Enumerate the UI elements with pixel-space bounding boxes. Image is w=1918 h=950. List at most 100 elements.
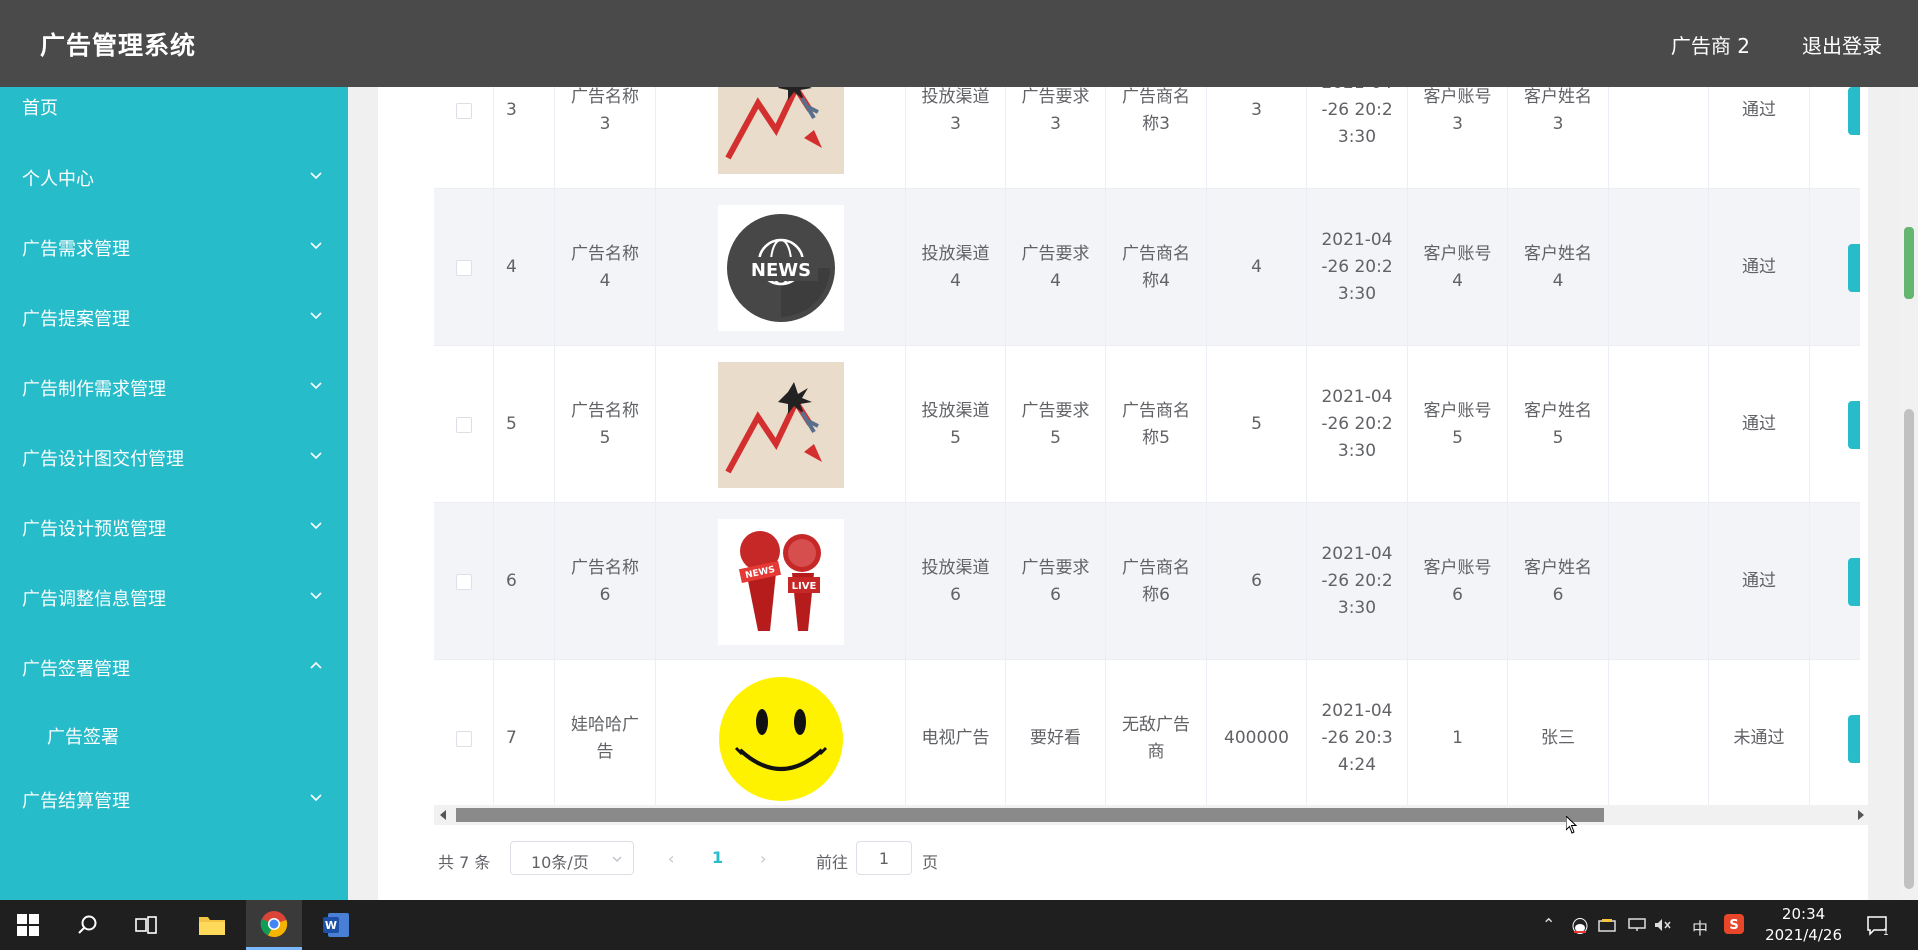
sidebar-item[interactable]: 广告签署 (0, 707, 348, 763)
ime-indicator[interactable]: 中 (1692, 915, 1708, 939)
qq-icon[interactable] (1570, 916, 1590, 934)
sidebar-item-label: 广告需求管理 (22, 239, 130, 260)
sidebar-item[interactable]: 广告设计图交付管理 (0, 429, 348, 485)
table-card: 3 广告名称 3 投放渠道 3 广告要求 3 广告商名 称3 3 2021-04 -26 2… (378, 87, 1870, 900)
table-cell-index: 3 (494, 87, 555, 189)
current-user[interactable]: 广告商 2 (1671, 30, 1750, 59)
scroll-left-arrow-icon[interactable] (440, 810, 446, 820)
notification-icon[interactable]: 1 (1866, 914, 1888, 936)
cell-text: 6 (1251, 571, 1262, 591)
table-cell-amount: 6 (1207, 503, 1307, 660)
task-view-icon[interactable] (118, 900, 174, 950)
row-checkbox[interactable] (455, 102, 472, 119)
chevron-down-icon (308, 377, 324, 393)
sidebar-item[interactable]: 广告结算管理 (0, 771, 348, 827)
table-cell-amount: 4 (1207, 189, 1307, 346)
chevron-down-icon (308, 789, 324, 805)
chrome-icon[interactable] (246, 900, 302, 950)
volume-muted-icon[interactable] (1654, 918, 1672, 932)
network-icon[interactable] (1628, 918, 1646, 932)
cell-text: 广告商名 称3 (1122, 87, 1190, 134)
sidebar-item[interactable]: 广告提案管理 (0, 289, 348, 345)
sidebar-item-label: 个人中心 (22, 169, 94, 190)
cell-text: 5 (1251, 414, 1262, 434)
table-row: 3 广告名称 3 投放渠道 3 广告要求 3 广告商名 称3 3 2021-04 -26 2… (434, 87, 1860, 189)
table-cell-image: NEWS (656, 189, 906, 346)
cell-text: 7 (506, 728, 517, 748)
cell-text: 客户姓名 5 (1524, 400, 1592, 448)
row-checkbox[interactable] (455, 259, 472, 276)
row-action-button[interactable] (1848, 244, 1860, 292)
sidebar-item-label: 首页 (22, 98, 58, 119)
row-checkbox[interactable] (455, 730, 472, 747)
sidebar-item[interactable]: 广告调整信息管理 (0, 569, 348, 625)
sidebar-item-label: 广告制作需求管理 (22, 379, 166, 400)
vertical-scrollbar[interactable] (1900, 87, 1918, 900)
table-cell-customer: 客户姓名 6 (1508, 503, 1609, 660)
main-content: 3 广告名称 3 投放渠道 3 广告要求 3 广告商名 称3 3 2021-04 -26 2… (348, 87, 1900, 900)
table-row: 6 广告名称 6 NEWS LIVE 投放渠道 6 广告要求 6 广告商名 称6 6 2021-… (434, 503, 1860, 660)
table-cell-index: 7 (494, 660, 555, 807)
cell-text: 400000 (1224, 728, 1289, 748)
search-icon[interactable] (60, 900, 116, 950)
vertical-scroll-thumb[interactable] (1904, 409, 1914, 889)
row-action-button[interactable] (1848, 558, 1860, 606)
cell-text: 广告名称 3 (571, 87, 639, 134)
cell-text: 投放渠道 4 (921, 243, 990, 291)
file-explorer-icon[interactable] (184, 900, 240, 950)
table-cell-actions (1810, 503, 1860, 660)
table-cell-actions (1810, 87, 1860, 189)
sidebar-item[interactable]: 广告制作需求管理 (0, 359, 348, 415)
goto-page-input[interactable] (856, 841, 912, 875)
next-page-icon[interactable]: › (760, 849, 766, 868)
table-cell-requirement: 要好看 (1006, 660, 1106, 807)
cell-text: 未通过 (1733, 728, 1785, 748)
chevron-down-icon (308, 167, 324, 183)
sidebar-item[interactable]: 广告需求管理 (0, 219, 348, 275)
cell-text: 投放渠道 3 (921, 87, 990, 134)
sidebar-item[interactable]: 广告签署管理 (0, 639, 348, 695)
word-icon[interactable]: W (308, 900, 364, 950)
table-cell-name: 广告名称 5 (555, 346, 656, 503)
cell-text: 客户账号 3 (1423, 87, 1492, 134)
sidebar-item[interactable]: 广告设计预览管理 (0, 499, 348, 555)
cell-text: 广告名称 4 (571, 243, 639, 291)
cell-text: 广告商名 称5 (1122, 400, 1190, 448)
usb-device-icon[interactable] (1598, 918, 1616, 932)
svg-text:NEWS: NEWS (750, 260, 810, 281)
cell-text: 广告要求 6 (1021, 557, 1090, 605)
table-cell-select (434, 189, 494, 346)
prev-page-icon[interactable]: ‹ (668, 849, 674, 868)
sidebar-item[interactable]: 个人中心 (0, 149, 348, 205)
sidebar-item[interactable]: 首页 (0, 78, 348, 134)
row-action-button[interactable] (1848, 87, 1860, 135)
table-cell-select (434, 660, 494, 807)
tray-chevron-up-icon[interactable]: ⌃ (1542, 915, 1555, 934)
table-cell-index: 4 (494, 189, 555, 346)
cell-text: 客户姓名 3 (1524, 87, 1592, 134)
page-size-select[interactable]: 10条/页 (510, 841, 634, 875)
sogou-input-icon[interactable]: S (1724, 914, 1744, 934)
cell-text: 3 (1251, 100, 1262, 120)
horizontal-scrollbar[interactable] (434, 805, 1870, 825)
cell-text: 投放渠道 6 (921, 557, 990, 605)
top-header: 广告管理系统 广告商 2 退出登录 (0, 0, 1918, 87)
cell-text: 客户账号 4 (1423, 243, 1492, 291)
sidebar-item-label: 广告设计预览管理 (22, 519, 166, 540)
windows-start-icon[interactable] (0, 900, 56, 950)
row-action-button[interactable] (1848, 401, 1860, 449)
row-checkbox[interactable] (455, 573, 472, 590)
scroll-right-arrow-icon[interactable] (1858, 810, 1864, 820)
cell-text: 广告商名 称6 (1122, 557, 1190, 605)
system-clock[interactable]: 20:34 2021/4/26 (1765, 904, 1842, 946)
table-cell-select (434, 346, 494, 503)
page-number-current[interactable]: 1 (712, 848, 723, 867)
table-cell-customer: 客户姓名 3 (1508, 87, 1609, 189)
table-cell-image (656, 346, 906, 503)
table-cell-image (656, 87, 906, 189)
cell-text: 通过 (1742, 571, 1776, 591)
row-action-button[interactable] (1848, 715, 1860, 763)
logout-link[interactable]: 退出登录 (1802, 30, 1882, 59)
horizontal-scroll-thumb[interactable] (456, 808, 1604, 822)
row-checkbox[interactable] (455, 416, 472, 433)
